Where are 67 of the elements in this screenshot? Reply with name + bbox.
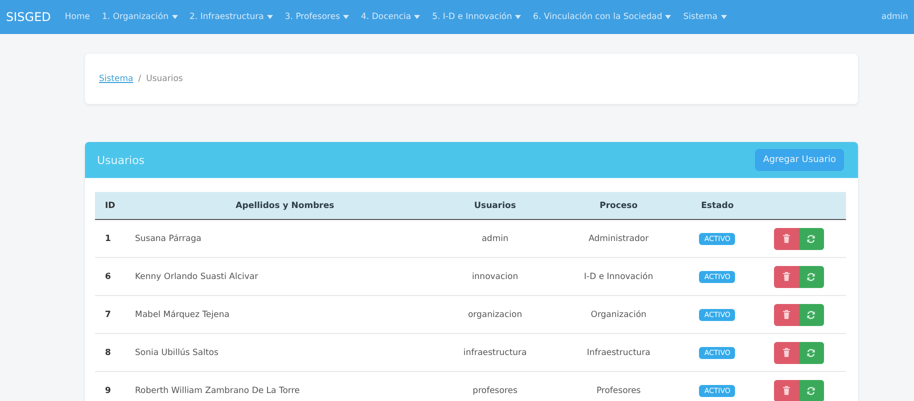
table-cell: Roberth William Zambrano De La Torre [134, 372, 436, 401]
refresh-icon [806, 234, 816, 244]
table-cell: infraestructura [436, 334, 554, 372]
caret-icon [172, 15, 178, 19]
nav-menu-item[interactable]: 5. I-D e Innovación [432, 12, 522, 22]
refresh-icon [806, 386, 816, 396]
table-cell: 7 [95, 296, 134, 334]
table-cell: 1 [95, 220, 134, 258]
trash-icon [782, 272, 790, 281]
refresh-button[interactable] [798, 228, 824, 250]
nav-menu-item[interactable]: 2. Infraestructura [190, 12, 273, 22]
table-cell: I-D e Innovación [554, 258, 683, 296]
breadcrumb-link[interactable]: Sistema [99, 74, 134, 84]
trash-icon [782, 310, 790, 319]
table-cell: Organización [554, 296, 683, 334]
table-cell: Susana Párraga [134, 220, 436, 258]
refresh-button[interactable] [798, 304, 824, 326]
delete-button[interactable] [774, 380, 799, 401]
nav-menu-item[interactable]: Sistema [683, 12, 727, 22]
caret-icon [343, 15, 350, 19]
column-header: Estado [682, 192, 752, 220]
panel-title: Usuarios [97, 154, 145, 166]
table-cell: Infraestructura [554, 334, 683, 372]
brand-name[interactable]: SISGED [6, 10, 51, 24]
column-header: Proceso [554, 192, 683, 220]
nav-menu-item[interactable]: 6. Vinculación con la Sociedad [533, 12, 672, 22]
table-cell: Mabel Márquez Tejena [134, 296, 436, 334]
table-cell: Profesores [554, 372, 683, 401]
table-cell: Administrador [554, 220, 683, 258]
trash-icon [782, 386, 790, 395]
add-user-button[interactable]: Agregar Usuario [755, 149, 844, 171]
trash-icon [782, 234, 790, 243]
caret-icon [266, 15, 273, 19]
user-menu[interactable]: admin [881, 12, 908, 22]
refresh-icon [806, 310, 816, 320]
nav-menu-item[interactable]: 4. Docencia [361, 12, 420, 22]
refresh-button[interactable] [798, 266, 824, 288]
table-cell: Sonia Ubillús Saltos [134, 334, 436, 372]
nav-menu-item[interactable]: 1. Organización [102, 12, 178, 22]
column-header: ID [95, 192, 134, 220]
breadcrumb-separator: / [138, 74, 142, 84]
caret-icon [665, 15, 672, 19]
nav-menu-item[interactable]: Home [64, 12, 90, 22]
delete-button[interactable] [774, 304, 799, 326]
trash-icon [782, 348, 790, 357]
table-cell: 8 [95, 334, 134, 372]
nav-menu-item[interactable]: 3. Profesores [284, 12, 350, 22]
delete-button[interactable] [774, 266, 799, 288]
caret-icon [414, 15, 420, 19]
table-cell: innovacion [436, 258, 554, 296]
refresh-button[interactable] [798, 342, 824, 364]
delete-button[interactable] [774, 228, 799, 250]
refresh-button[interactable] [798, 380, 824, 401]
caret-icon [720, 15, 727, 19]
table-cell: Kenny Orlando Suasti Alcivar [134, 258, 436, 296]
caret-icon [515, 15, 522, 19]
table-cell: organizacion [436, 296, 554, 334]
breadcrumb-current: Usuarios [146, 74, 183, 84]
refresh-icon [806, 272, 816, 282]
table-cell: admin [436, 220, 554, 258]
column-header: Apellidos y Nombres [134, 192, 436, 220]
table-cell: profesores [436, 372, 554, 401]
delete-button[interactable] [774, 342, 799, 364]
table-cell: 6 [95, 258, 134, 296]
table-cell: 9 [95, 372, 134, 401]
refresh-icon [806, 348, 816, 358]
column-header: Usuarios [436, 192, 554, 220]
